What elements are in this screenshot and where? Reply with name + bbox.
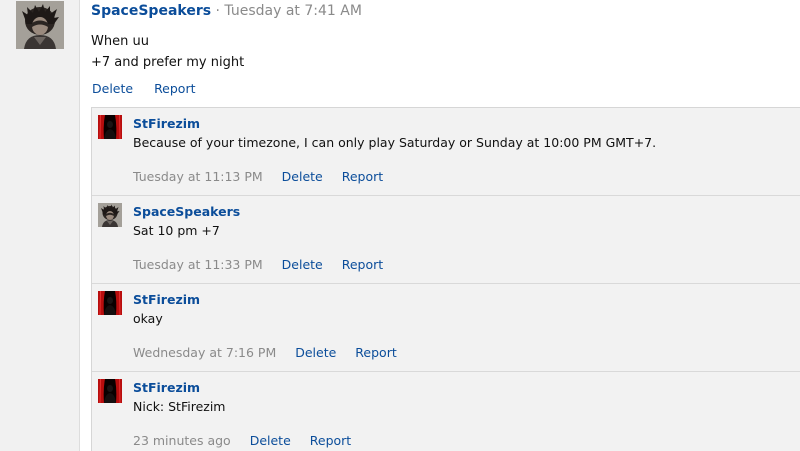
comment-report-link[interactable]: Report — [342, 257, 383, 272]
left-gutter — [0, 0, 80, 451]
comments-list: StFirezim Because of your timezone, I ca… — [91, 107, 800, 451]
comment-author-link[interactable]: StFirezim — [133, 380, 200, 395]
post-header: SpaceSpeakers · Tuesday at 7:41 AM — [91, 3, 362, 19]
post-delete-link[interactable]: Delete — [92, 81, 133, 96]
comment-delete-link[interactable]: Delete — [250, 433, 291, 448]
comment-item: StFirezim Because of your timezone, I ca… — [92, 108, 800, 196]
post-report-link[interactable]: Report — [154, 81, 195, 96]
comment-report-link[interactable]: Report — [355, 345, 396, 360]
post-timestamp[interactable]: Tuesday at 7:41 AM — [224, 3, 361, 19]
red-curtain-avatar-icon — [98, 291, 122, 315]
red-curtain-avatar-icon — [98, 379, 122, 403]
comment-meta: Wednesday at 7:16 PM Delete Report — [133, 345, 412, 360]
comment-item: StFirezim Nick: StFirezim 23 minutes ago… — [92, 372, 800, 451]
comment-delete-link[interactable]: Delete — [282, 257, 323, 272]
post-line: When uu — [91, 34, 149, 49]
comment-author-link[interactable]: StFirezim — [133, 292, 200, 307]
user-avatar-icon — [16, 1, 64, 49]
red-curtain-avatar-icon — [98, 115, 122, 139]
comment-item: SpaceSpeakers Sat 10 pm +7 Tuesday at 11… — [92, 196, 800, 284]
comment-avatar[interactable] — [98, 291, 122, 315]
post-line: +7 and prefer my night — [91, 55, 245, 70]
comment-text: Sat 10 pm +7 — [133, 223, 220, 238]
comment-timestamp[interactable]: Wednesday at 7:16 PM — [133, 345, 276, 360]
comment-delete-link[interactable]: Delete — [282, 169, 323, 184]
comment-meta: Tuesday at 11:13 PM Delete Report — [133, 169, 398, 184]
comment-report-link[interactable]: Report — [342, 169, 383, 184]
header-separator: · — [215, 3, 220, 19]
comment-avatar[interactable] — [98, 379, 122, 403]
comment-text: Nick: StFirezim — [133, 399, 226, 414]
comment-item: StFirezim okay Wednesday at 7:16 PM Dele… — [92, 284, 800, 372]
comment-meta: Tuesday at 11:33 PM Delete Report — [133, 257, 398, 272]
comment-timestamp[interactable]: 23 minutes ago — [133, 433, 231, 448]
comment-timestamp[interactable]: Tuesday at 11:33 PM — [133, 257, 263, 272]
post-message: When uu +7 and prefer my night — [91, 31, 244, 73]
comment-avatar[interactable] — [98, 115, 122, 139]
comment-author-link[interactable]: SpaceSpeakers — [133, 204, 240, 219]
comment-avatar[interactable] — [98, 203, 122, 227]
post-actions: Delete Report — [92, 81, 213, 96]
post-author-link[interactable]: SpaceSpeakers — [91, 3, 211, 19]
comment-text: Because of your timezone, I can only pla… — [133, 135, 657, 150]
comment-timestamp[interactable]: Tuesday at 11:13 PM — [133, 169, 263, 184]
comment-meta: 23 minutes ago Delete Report — [133, 433, 366, 448]
user-avatar-icon — [98, 203, 122, 227]
comment-author-link[interactable]: StFirezim — [133, 116, 200, 131]
comment-report-link[interactable]: Report — [310, 433, 351, 448]
comment-delete-link[interactable]: Delete — [295, 345, 336, 360]
profile-post-thread: SpaceSpeakers · Tuesday at 7:41 AM When … — [0, 0, 800, 451]
author-avatar[interactable] — [16, 1, 64, 49]
comment-text: okay — [133, 311, 163, 326]
